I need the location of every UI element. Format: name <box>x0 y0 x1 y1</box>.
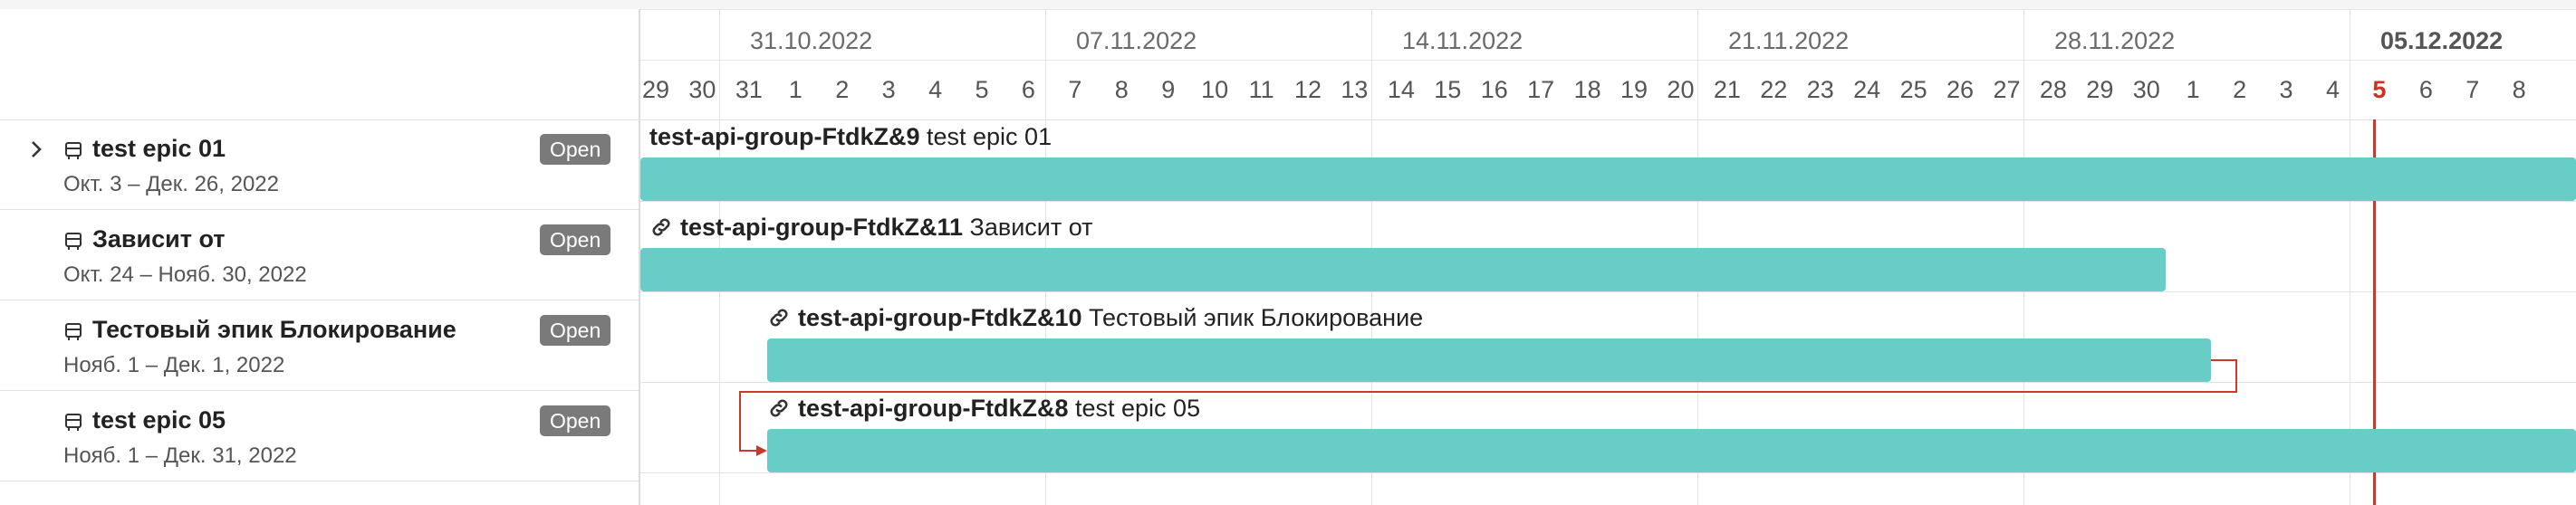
bar-label[interactable]: test-api-group-FtdkZ&9 test epic 01 <box>649 123 1052 151</box>
week-label-current: 05.12.2022 <box>2380 27 2504 54</box>
epic-row[interactable]: test epic 05 Нояб. 1 – Дек. 31, 2022 Ope… <box>0 391 639 481</box>
day-label: 19 <box>1620 76 1648 103</box>
epic-title[interactable]: Зависит от <box>92 225 226 253</box>
day-label: 26 <box>1946 76 1975 103</box>
day-label: 14 <box>1387 76 1415 103</box>
day-label: 3 <box>881 76 896 103</box>
day-label: 2 <box>835 76 850 103</box>
roadmap-timeline: 31.10.2022 07.11.2022 14.11.2022 21.11.2… <box>640 9 2576 505</box>
epic-bar[interactable] <box>640 157 2576 201</box>
row-separator <box>640 291 2576 292</box>
day-label: 9 <box>1161 76 1176 103</box>
day-label: 22 <box>1760 76 1788 103</box>
bar-name: test epic 05 <box>1075 395 1201 422</box>
day-label: 5 <box>975 76 989 103</box>
epic-icon <box>65 142 82 159</box>
epic-icon <box>65 323 82 340</box>
day-label: 31 <box>735 76 763 103</box>
bar-key: test-api-group-FtdkZ&10 <box>798 304 1082 331</box>
day-label: 12 <box>1293 76 1322 103</box>
day-label: 6 <box>2418 76 2433 103</box>
day-label: 27 <box>1993 76 2021 103</box>
epic-title[interactable]: Тестовый эпик Блокирование <box>92 316 457 344</box>
day-label: 30 <box>2132 76 2160 103</box>
day-label: 7 <box>1068 76 1082 103</box>
chevron-right-icon[interactable] <box>25 138 47 160</box>
epic-bar[interactable] <box>767 338 2211 382</box>
epic-dates: Нояб. 1 – Дек. 1, 2022 <box>63 353 285 377</box>
day-label: 8 <box>2512 76 2526 103</box>
day-label: 30 <box>688 76 716 103</box>
day-header: 29 30 31 1 2 3 4 5 6 7 8 9 10 11 12 13 14 15 16 17 18 19 20 21 2… <box>640 61 2576 120</box>
epic-dates: Окт. 3 – Дек. 26, 2022 <box>63 172 279 196</box>
bar-key: test-api-group-FtdkZ&11 <box>680 214 964 241</box>
day-label: 20 <box>1667 76 1695 103</box>
day-label: 1 <box>788 76 803 103</box>
day-label: 29 <box>2086 76 2114 103</box>
day-label: 17 <box>1527 76 1555 103</box>
day-label: 11 <box>1248 76 1274 103</box>
status-badge: Open <box>540 405 611 436</box>
day-label: 7 <box>2465 76 2480 103</box>
day-label: 13 <box>1341 76 1369 103</box>
status-badge: Open <box>540 315 611 346</box>
bar-label[interactable]: test-api-group-FtdkZ&10 Тестовый эпик Бл… <box>767 304 1423 332</box>
epic-list-header <box>0 9 639 120</box>
day-label: 16 <box>1480 76 1508 103</box>
day-label: 15 <box>1434 76 1462 103</box>
epic-row[interactable]: Зависит от Окт. 24 – Нояб. 30, 2022 Open <box>0 210 639 300</box>
day-label: 25 <box>1899 76 1927 103</box>
day-label: 3 <box>2279 76 2293 103</box>
day-label: 1 <box>2186 76 2200 103</box>
epic-title[interactable]: test epic 01 <box>92 135 226 163</box>
status-badge: Open <box>540 224 611 255</box>
epic-row[interactable]: Тестовый эпик Блокирование Нояб. 1 – Дек… <box>0 300 639 391</box>
week-label: 07.11.2022 <box>1076 27 1197 54</box>
epic-bar[interactable] <box>767 429 2576 472</box>
bar-name: Тестовый эпик Блокирование <box>1089 304 1424 331</box>
day-label: 5 <box>2372 76 2387 103</box>
bar-label[interactable]: test-api-group-FtdkZ&11 Зависит от <box>649 214 1093 242</box>
bar-name: Зависит от <box>969 214 1093 241</box>
bar-label[interactable]: test-api-group-FtdkZ&8 test epic 05 <box>767 395 1200 423</box>
epic-title[interactable]: test epic 05 <box>92 406 226 434</box>
bar-key: test-api-group-FtdkZ&8 <box>798 395 1069 422</box>
day-label: 23 <box>1806 76 1834 103</box>
epic-dates: Окт. 24 – Нояб. 30, 2022 <box>63 262 307 287</box>
week-label: 14.11.2022 <box>1402 27 1523 54</box>
day-label: 4 <box>2325 76 2340 103</box>
day-label: 18 <box>1573 76 1601 103</box>
row-separator <box>640 382 2576 383</box>
bar-key: test-api-group-FtdkZ&9 <box>649 123 920 150</box>
week-label: 21.11.2022 <box>1728 27 1850 54</box>
link-icon <box>770 399 788 417</box>
row-separator <box>640 472 2576 473</box>
epic-icon <box>65 233 82 250</box>
link-icon <box>770 309 788 327</box>
epic-icon <box>65 414 82 431</box>
row-separator <box>640 201 2576 202</box>
day-label: 10 <box>1201 76 1229 103</box>
week-header: 31.10.2022 07.11.2022 14.11.2022 21.11.2… <box>640 9 2576 61</box>
link-icon <box>652 218 670 236</box>
epic-dates: Нояб. 1 – Дек. 31, 2022 <box>63 443 297 468</box>
day-label: 24 <box>1853 76 1881 103</box>
epic-list-panel: test epic 01 Окт. 3 – Дек. 26, 2022 Open… <box>0 9 640 505</box>
day-label: 4 <box>928 76 943 103</box>
status-badge: Open <box>540 134 611 165</box>
week-label: 28.11.2022 <box>2054 27 2176 54</box>
epic-bar[interactable] <box>640 248 2166 291</box>
week-label: 31.10.2022 <box>750 27 873 54</box>
day-label: 6 <box>1021 76 1035 103</box>
bar-name: test epic 01 <box>927 123 1053 150</box>
day-label: 8 <box>1114 76 1129 103</box>
day-label: 2 <box>2233 76 2247 103</box>
day-label: 21 <box>1713 76 1741 103</box>
epic-row[interactable]: test epic 01 Окт. 3 – Дек. 26, 2022 Open <box>0 119 639 210</box>
day-label: 29 <box>641 76 670 103</box>
day-label: 28 <box>2039 76 2067 103</box>
